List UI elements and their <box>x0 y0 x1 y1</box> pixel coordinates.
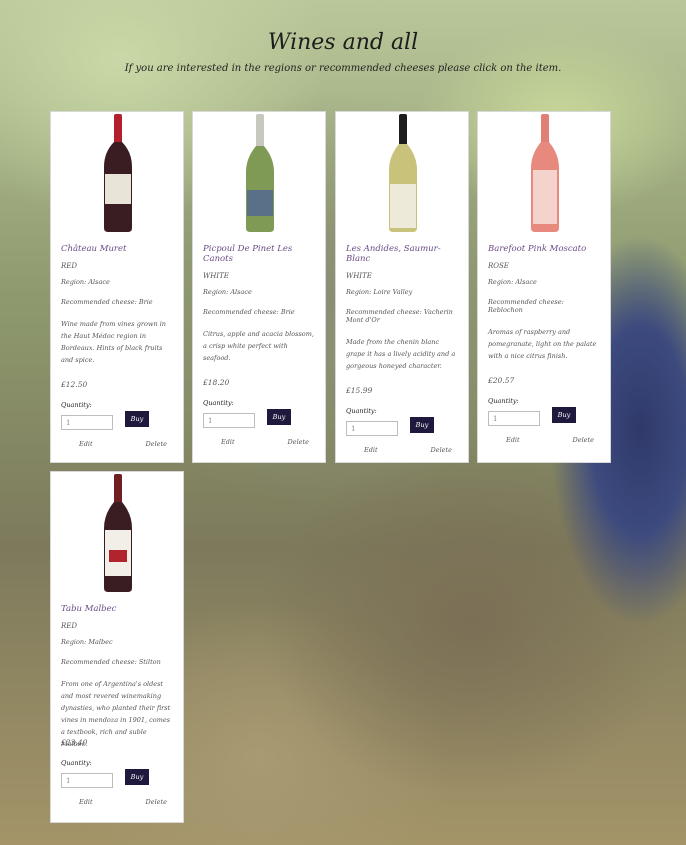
wine-type: WHITE <box>203 272 229 280</box>
wine-card[interactable]: Château Muret RED Region: Alsace Recomme… <box>50 111 184 463</box>
wine-description: Aromas of raspberry and pomegranate, lig… <box>488 328 597 360</box>
delete-link[interactable]: Delete <box>288 438 309 446</box>
wine-type: ROSE <box>488 262 509 270</box>
page-subtitle: If you are interested in the regions or … <box>124 63 562 74</box>
wine-bottle-image <box>193 112 327 234</box>
wine-description: Citrus, apple and acacia blossom, a cris… <box>203 330 314 362</box>
buy-button[interactable]: Buy <box>552 406 576 423</box>
wine-region[interactable]: Region: Alsace <box>488 278 600 286</box>
wine-card[interactable]: Les Andides, Saumur-Blanc WHITE Region: … <box>335 111 469 463</box>
wine-name[interactable]: Barefoot Pink Moscato <box>488 244 600 254</box>
delete-link[interactable]: Delete <box>431 446 452 454</box>
wine-cheese[interactable]: Recommended cheese: Vacherin Mont d'Or <box>346 308 458 324</box>
quantity-label: Quantity: <box>61 759 92 767</box>
wine-price: £12.50 <box>61 380 88 389</box>
buy-button[interactable]: Buy <box>267 408 291 425</box>
wine-region[interactable]: Region: Alsace <box>61 278 173 286</box>
wine-cheese[interactable]: Recommended cheese: Brie <box>61 298 173 306</box>
wine-bottle-image <box>51 472 185 594</box>
page-title: Wines and all <box>267 30 419 55</box>
wine-description: Wine made from vines grown in the Haut M… <box>61 320 166 364</box>
wine-name[interactable]: Château Muret <box>61 244 173 254</box>
wine-card[interactable]: Barefoot Pink Moscato ROSE Region: Alsac… <box>477 111 611 463</box>
quantity-input[interactable] <box>203 413 255 428</box>
wine-cheese[interactable]: Recommended cheese: Stilton <box>61 658 173 666</box>
wine-bottle-image <box>478 112 612 234</box>
buy-button[interactable]: Buy <box>125 410 149 427</box>
wine-name[interactable]: Tabu Malbec <box>61 604 173 614</box>
quantity-label: Quantity: <box>61 401 92 409</box>
quantity-label: Quantity: <box>203 399 234 407</box>
wine-type: WHITE <box>346 272 372 280</box>
wine-card[interactable]: Picpoul De Pinet Les Canots WHITE Region… <box>192 111 326 463</box>
wine-type: RED <box>61 262 77 270</box>
wine-name[interactable]: Les Andides, Saumur-Blanc <box>346 244 458 264</box>
wine-name[interactable]: Picpoul De Pinet Les Canots <box>203 244 315 264</box>
delete-link[interactable]: Delete <box>146 440 167 448</box>
wine-price: £15.99 <box>346 386 373 395</box>
edit-link[interactable]: Edit <box>79 440 93 448</box>
quantity-input[interactable] <box>61 415 113 430</box>
wine-bottle-image <box>51 112 185 234</box>
quantity-input[interactable] <box>346 421 398 436</box>
quantity-label: Quantity: <box>346 407 377 415</box>
wine-region[interactable]: Region: Alsace <box>203 288 315 296</box>
wine-price: £23.40 <box>61 738 88 747</box>
wine-region[interactable]: Region: Malbec <box>61 638 173 646</box>
wine-card[interactable]: Tabu Malbec RED Region: Malbec Recommend… <box>50 471 184 823</box>
quantity-input[interactable] <box>488 411 540 426</box>
page-header: Wines and all If you are interested in t… <box>0 30 686 74</box>
wine-description: Made from the chenin blanc grape it has … <box>346 338 456 370</box>
edit-link[interactable]: Edit <box>364 446 378 454</box>
edit-link[interactable]: Edit <box>221 438 235 446</box>
buy-button[interactable]: Buy <box>410 416 434 433</box>
wine-type: RED <box>61 622 77 630</box>
delete-link[interactable]: Delete <box>573 436 594 444</box>
wine-bottle-image <box>336 112 470 234</box>
wine-price: £18.20 <box>203 378 230 387</box>
wine-price: £20.57 <box>488 376 515 385</box>
buy-button[interactable]: Buy <box>125 768 149 785</box>
quantity-input[interactable] <box>61 773 113 788</box>
wine-cheese[interactable]: Recommended cheese: Brie <box>203 308 315 316</box>
quantity-label: Quantity: <box>488 397 519 405</box>
wine-cheese[interactable]: Recommended cheese: Reblochon <box>488 298 600 314</box>
edit-link[interactable]: Edit <box>79 798 93 806</box>
edit-link[interactable]: Edit <box>506 436 520 444</box>
wine-region[interactable]: Region: Loire Valley <box>346 288 458 296</box>
delete-link[interactable]: Delete <box>146 798 167 806</box>
